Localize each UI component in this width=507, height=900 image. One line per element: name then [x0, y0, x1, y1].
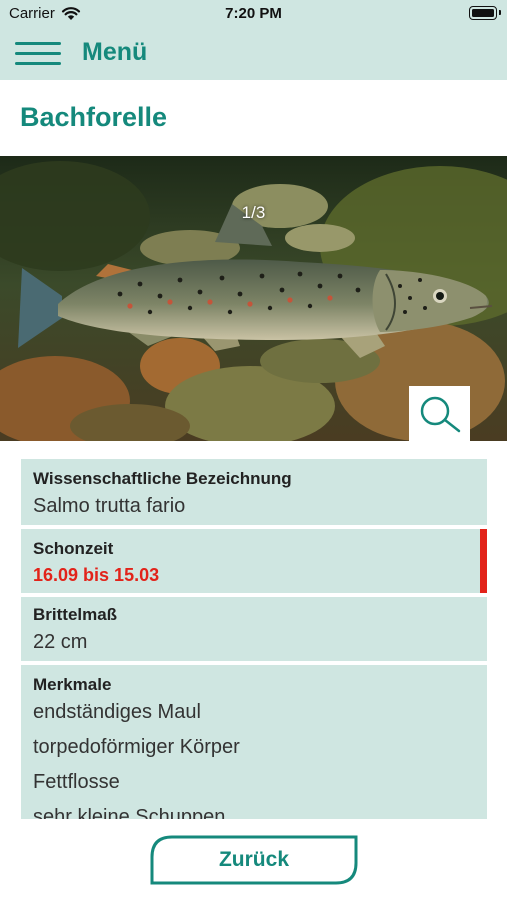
zoom-button[interactable] — [409, 386, 470, 441]
card-label: Brittelmaß — [33, 605, 118, 624]
gallery-page-indicator: 1/3 — [241, 203, 266, 222]
menu-button[interactable]: Menü — [82, 38, 147, 67]
card-features: Merkmale endständiges Maul torpedoförmig… — [21, 665, 487, 819]
minimum-size-value: 22 cm — [33, 631, 88, 653]
status-time: 7:20 PM — [225, 5, 282, 22]
feature-item: sehr kleine Schuppen — [33, 806, 226, 819]
back-button-label: Zurück — [218, 848, 289, 871]
closed-season-alert-bar — [480, 529, 487, 593]
details-list[interactable]: Wissenschaftliche Bezeichnung Salmo trut… — [21, 459, 487, 819]
nav-bar: Menü — [0, 28, 507, 80]
card-minimum-size: Brittelmaß 22 cm — [21, 597, 487, 661]
back-button[interactable]: Zurück — [150, 835, 358, 885]
status-bar: Carrier 7:20 PM — [0, 0, 507, 28]
card-closed-season: Schonzeit 16.09 bis 15.03 — [21, 529, 487, 593]
closed-season-value: 16.09 bis 15.03 — [33, 565, 160, 585]
scientific-name-value: Salmo trutta fario — [33, 495, 186, 517]
feature-item: endständiges Maul — [33, 701, 201, 723]
magnifier-icon — [420, 396, 461, 433]
card-label: Wissenschaftliche Bezeichnung — [33, 469, 292, 488]
page-title: Bachforelle — [20, 102, 168, 132]
card-scientific-name: Wissenschaftliche Bezeichnung Salmo trut… — [21, 459, 487, 525]
feature-item: Fettflosse — [33, 771, 120, 793]
battery-icon — [469, 6, 501, 20]
feature-item: torpedoförmiger Körper — [33, 736, 240, 758]
hamburger-menu-icon[interactable] — [15, 42, 61, 66]
card-label: Merkmale — [33, 675, 112, 694]
card-label: Schonzeit — [33, 539, 114, 558]
